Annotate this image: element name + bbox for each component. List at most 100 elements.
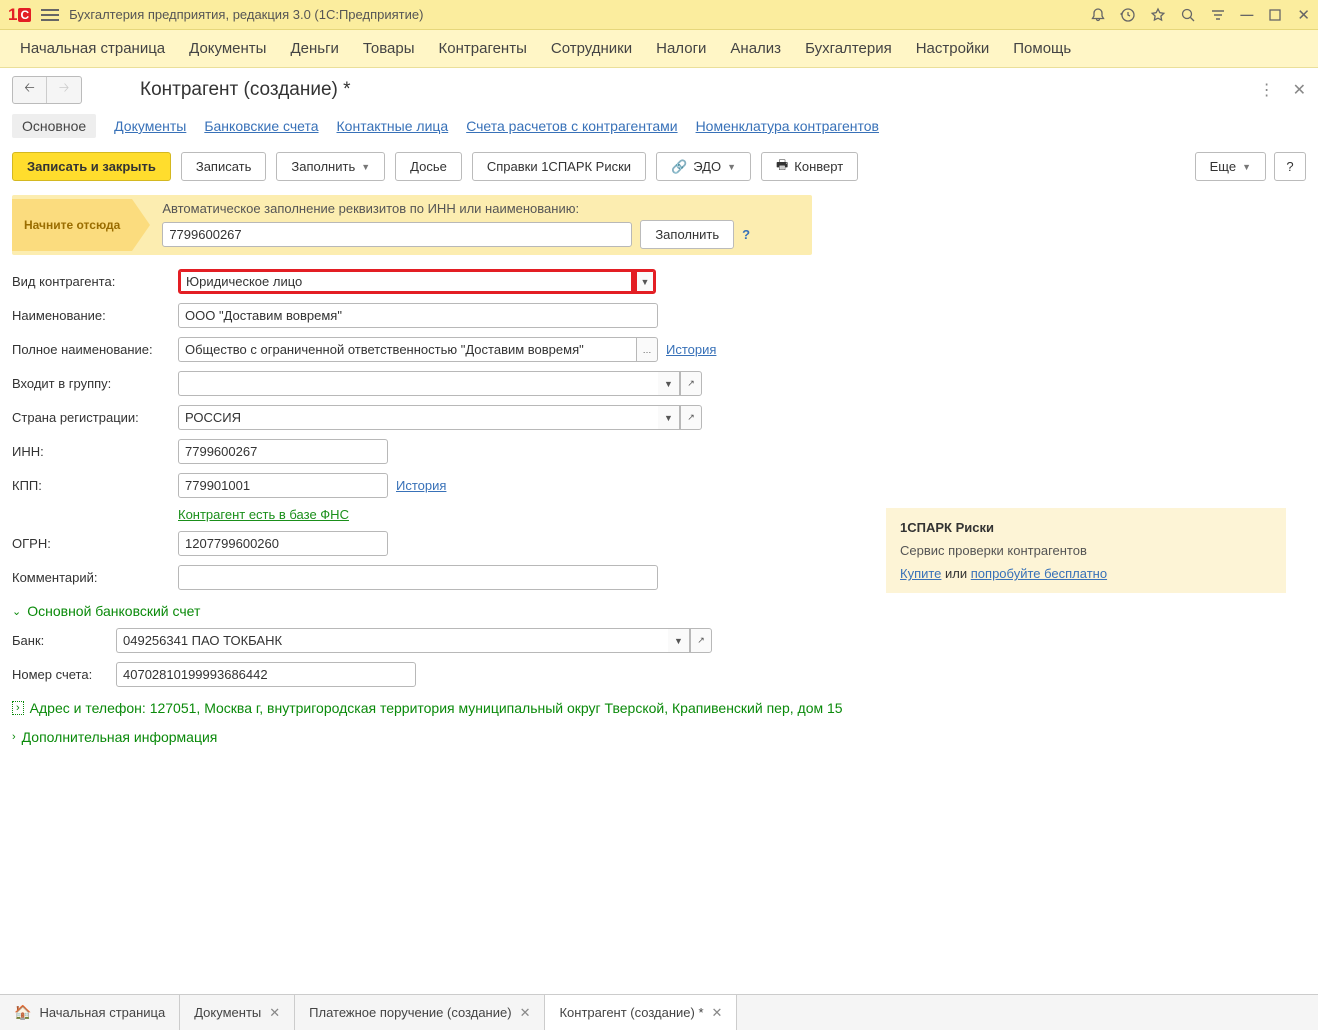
print-icon: 🖶 [776, 156, 788, 178]
btab-label: Документы [194, 1005, 261, 1020]
tab-bank-accounts[interactable]: Банковские счета [204, 118, 318, 134]
fullname-label: Полное наименование: [12, 342, 170, 357]
btab-label: Платежное поручение (создание) [309, 1005, 511, 1020]
btab-close-icon[interactable]: ✕ [269, 1005, 280, 1021]
menu-help[interactable]: Помощь [1013, 40, 1071, 57]
menu-goods[interactable]: Товары [363, 40, 415, 57]
close-icon[interactable]: ✕ [1297, 6, 1310, 24]
inn-label: ИНН: [12, 444, 170, 459]
type-dropdown-button[interactable]: ▼ [634, 269, 656, 294]
row-account: Номер счета: [12, 662, 1306, 687]
tab-documents[interactable]: Документы [114, 118, 186, 134]
fullname-history-link[interactable]: История [666, 342, 716, 357]
spark-try-link[interactable]: попробуйте бесплатно [971, 566, 1107, 581]
page-content: 🡠 🡢 Контрагент (создание) * ⋮ ✕ Основное… [0, 68, 1318, 888]
bank-section-title: Основной банковский счет [27, 603, 200, 619]
country-label: Страна регистрации: [12, 410, 170, 425]
menu-accounting[interactable]: Бухгалтерия [805, 40, 892, 57]
spark-panel-title: 1СПАРК Риски [900, 520, 1272, 535]
btab-counterparty[interactable]: Контрагент (создание) * ✕ [545, 995, 737, 1030]
bank-open-button[interactable]: ↗ [690, 628, 712, 653]
menu-documents[interactable]: Документы [189, 40, 266, 57]
autofill-input[interactable] [162, 222, 632, 247]
more-dropdown[interactable]: Еще▼ [1195, 152, 1266, 181]
country-input[interactable] [178, 405, 658, 430]
name-input[interactable] [178, 303, 658, 328]
bank-input[interactable] [116, 628, 668, 653]
row-inn: ИНН: [12, 439, 1306, 464]
menu-employees[interactable]: Сотрудники [551, 40, 632, 57]
edo-dropdown[interactable]: 🔗ЭДО▼ [656, 152, 751, 181]
tab-contacts[interactable]: Контактные лица [337, 118, 449, 134]
fullname-input[interactable] [178, 337, 636, 362]
fns-link[interactable]: Контрагент есть в базе ФНС [178, 507, 349, 522]
btab-close-icon[interactable]: ✕ [520, 1005, 531, 1021]
btab-home[interactable]: 🏠 Начальная страница [0, 995, 180, 1030]
tab-main[interactable]: Основное [12, 114, 96, 138]
kpp-history-link[interactable]: История [396, 478, 446, 493]
fill-dropdown[interactable]: Заполнить ▼ [276, 152, 385, 181]
history-icon[interactable] [1120, 7, 1136, 23]
convert-button[interactable]: 🖶 Конверт [761, 152, 858, 181]
menu-home[interactable]: Начальная страница [20, 40, 165, 57]
save-close-button[interactable]: Записать и закрыть [12, 152, 171, 181]
bank-section-header[interactable]: ⌄ Основной банковский счет [12, 603, 1306, 619]
nav-back-button[interactable]: 🡠 [13, 77, 47, 103]
save-button[interactable]: Записать [181, 152, 267, 181]
fullname-ellipsis-button[interactable]: … [636, 337, 658, 362]
extra-section-header[interactable]: › Дополнительная информация [12, 729, 1306, 745]
nav-forward-button[interactable]: 🡢 [47, 77, 81, 103]
star-icon[interactable] [1150, 7, 1166, 23]
group-input[interactable] [178, 371, 658, 396]
comment-input[interactable] [178, 565, 658, 590]
menu-money[interactable]: Деньги [290, 40, 338, 57]
search-icon[interactable] [1180, 7, 1196, 23]
home-icon: 🏠 [14, 1004, 31, 1021]
menu-counterparties[interactable]: Контрагенты [439, 40, 527, 57]
country-open-button[interactable]: ↗ [680, 405, 702, 430]
group-open-button[interactable]: ↗ [680, 371, 702, 396]
dossier-button[interactable]: Досье [395, 152, 462, 181]
convert-label: Конверт [794, 159, 843, 174]
titlebar-actions: — ✕ [1090, 6, 1310, 24]
row-bank: Банк: ▼ ↗ [12, 628, 1306, 653]
tab-settlement-accounts[interactable]: Счета расчетов с контрагентами [466, 118, 677, 134]
account-input[interactable] [116, 662, 416, 687]
autofill-label: Автоматическое заполнение реквизитов по … [162, 201, 802, 216]
menu-taxes[interactable]: Налоги [656, 40, 706, 57]
row-country: Страна регистрации: ▼ ↗ [12, 405, 1306, 430]
hamburger-icon[interactable] [41, 9, 59, 21]
row-name: Наименование: [12, 303, 1306, 328]
autofill-help[interactable]: ? [742, 227, 750, 242]
spark-button[interactable]: Справки 1СПАРК Риски [472, 152, 646, 181]
fill-label: Заполнить [291, 159, 355, 174]
row-type: Вид контрагента: Юридическое лицо ▼ [12, 269, 1306, 294]
menu-settings[interactable]: Настройки [916, 40, 990, 57]
inn-input[interactable] [178, 439, 388, 464]
chevron-down-icon: ▼ [361, 162, 370, 172]
group-dropdown-button[interactable]: ▼ [658, 371, 680, 396]
page-close-icon[interactable]: ✕ [1293, 80, 1306, 100]
type-select[interactable]: Юридическое лицо [178, 269, 634, 294]
maximize-icon[interactable] [1267, 7, 1283, 23]
autofill-button[interactable]: Заполнить [640, 220, 734, 249]
help-button[interactable]: ? [1274, 152, 1306, 181]
kebab-icon[interactable]: ⋮ [1259, 80, 1275, 100]
btab-documents[interactable]: Документы ✕ [180, 995, 295, 1030]
menu-analysis[interactable]: Анализ [730, 40, 781, 57]
ogrn-label: ОГРН: [12, 536, 170, 551]
filter-icon[interactable] [1210, 7, 1226, 23]
address-section-header[interactable]: › Адрес и телефон: 127051, Москва г, вну… [12, 700, 1306, 716]
spark-buy-link[interactable]: Купите [900, 566, 941, 581]
tab-nomenclature[interactable]: Номенклатура контрагентов [696, 118, 879, 134]
ogrn-input[interactable] [178, 531, 388, 556]
start-here-banner: Начните отсюда Автоматическое заполнение… [12, 195, 812, 255]
minimize-icon[interactable]: — [1240, 7, 1253, 22]
bank-dropdown-button[interactable]: ▼ [668, 628, 690, 653]
btab-payment-order[interactable]: Платежное поручение (создание) ✕ [295, 995, 545, 1030]
country-dropdown-button[interactable]: ▼ [658, 405, 680, 430]
kpp-input[interactable] [178, 473, 388, 498]
edo-label: ЭДО [693, 159, 721, 174]
btab-close-icon[interactable]: ✕ [712, 1005, 723, 1021]
bell-icon[interactable] [1090, 7, 1106, 23]
